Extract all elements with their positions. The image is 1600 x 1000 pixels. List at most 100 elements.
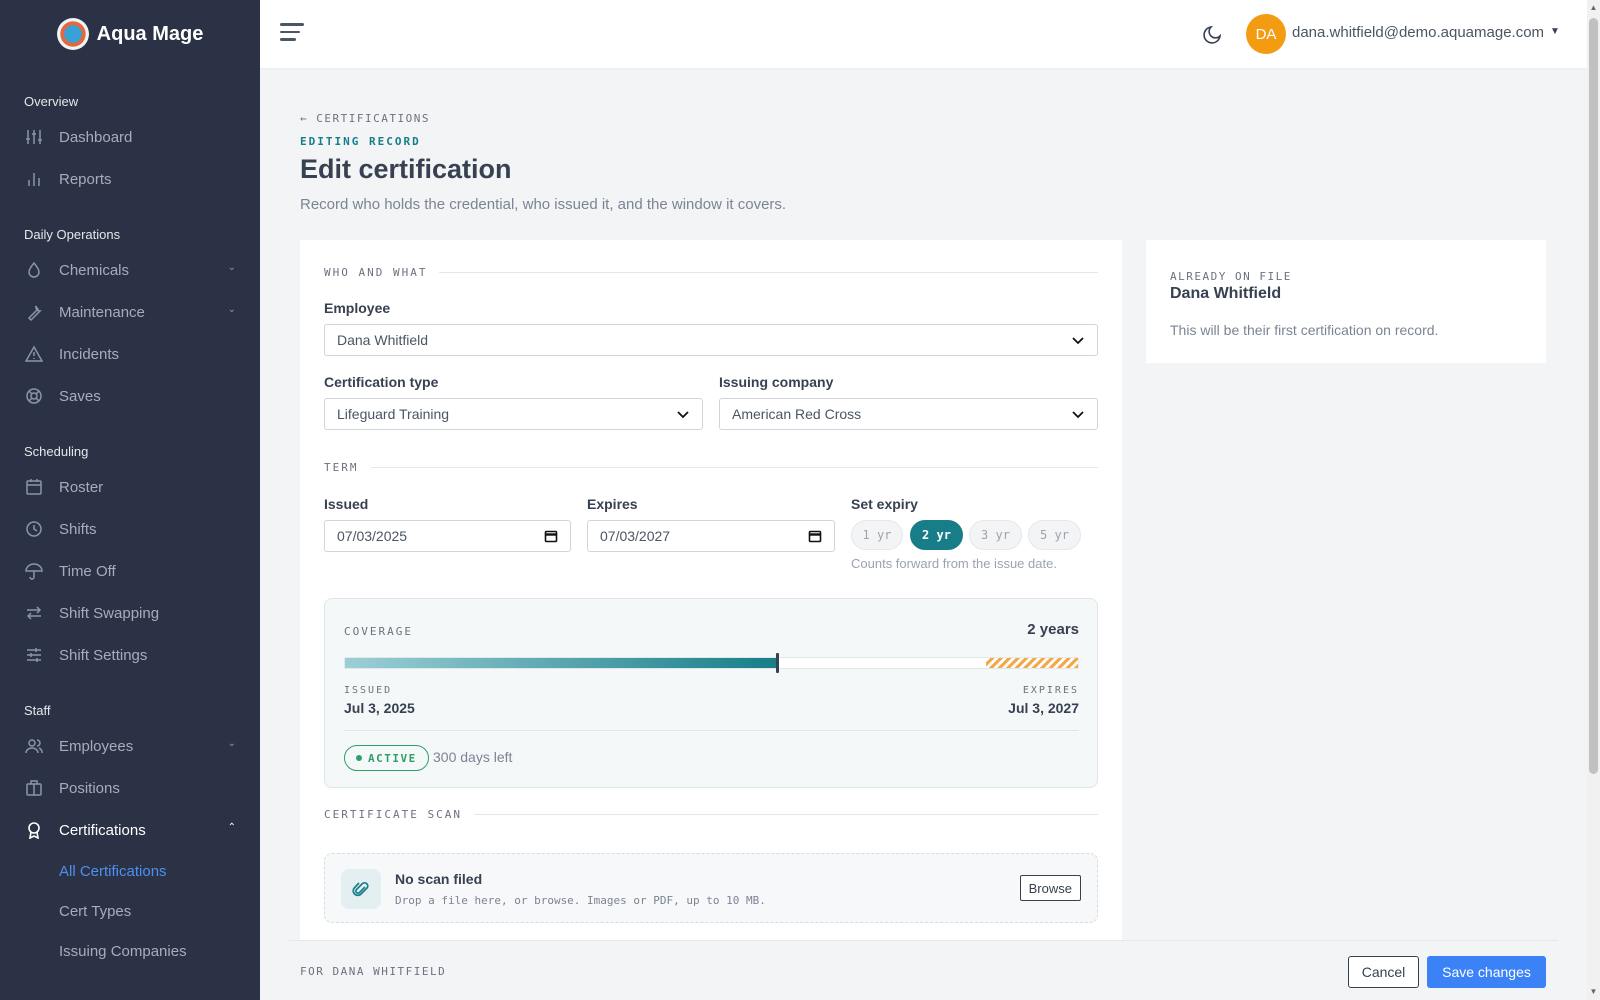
status-dot-icon bbox=[356, 755, 362, 761]
sidebar-subitem-issuing-companies[interactable]: Issuing Companies bbox=[0, 931, 260, 971]
coverage-panel: COVERAGE 2 years ISSUED Jul 3, 2025 EXPI… bbox=[324, 598, 1098, 788]
input-value: 07/03/2027 bbox=[600, 528, 671, 544]
scroll-thumb[interactable] bbox=[1589, 18, 1598, 774]
footer-note: FOR DANA WHITFIELD bbox=[300, 965, 447, 978]
section-title: WHO AND WHAT bbox=[324, 266, 428, 279]
coverage-bar-expiry-warning bbox=[986, 658, 1078, 668]
sidebar-item-incidents[interactable]: Incidents bbox=[0, 333, 260, 375]
cancel-button[interactable]: Cancel bbox=[1348, 956, 1419, 988]
app-name: Aqua Mage bbox=[96, 22, 204, 45]
sidebar-item-shifts[interactable]: Shifts bbox=[0, 508, 260, 550]
section-header-scan: CERTIFICATE SCAN bbox=[324, 808, 1098, 821]
expiry-option-3yr[interactable]: 3 yr bbox=[969, 520, 1022, 550]
set-expiry-label: Set expiry bbox=[851, 496, 918, 512]
chevron-down-icon bbox=[677, 411, 689, 419]
coverage-duration: 2 years bbox=[1027, 621, 1079, 638]
menu-toggle-icon[interactable] bbox=[280, 23, 304, 43]
sidebar-subitem-cert-types[interactable]: Cert Types bbox=[0, 891, 260, 931]
expiry-option-1yr[interactable]: 1 yr bbox=[851, 520, 903, 550]
sidebar-item-label: Maintenance bbox=[59, 303, 145, 321]
expiry-option-2yr[interactable]: 2 yr bbox=[910, 520, 963, 550]
scroll-up-icon[interactable]: ▲ bbox=[1589, 3, 1598, 13]
sidebar-item-roster[interactable]: Roster bbox=[0, 466, 260, 508]
sidebar-item-employees[interactable]: Employees ⌄ bbox=[0, 725, 260, 767]
sidebar-item-label: Incidents bbox=[59, 345, 120, 363]
browse-button[interactable]: Browse bbox=[1019, 875, 1081, 901]
sidebar-item-positions[interactable]: Positions bbox=[0, 767, 260, 809]
calendar-icon[interactable] bbox=[544, 529, 558, 543]
sidebar-item-label: Saves bbox=[59, 387, 101, 405]
expires-date-display: Jul 3, 2027 bbox=[1008, 700, 1079, 716]
sidebar-item-label: Shift Settings bbox=[59, 646, 148, 664]
wrench-icon bbox=[24, 302, 44, 322]
expires-label: Expires bbox=[587, 496, 638, 512]
section-title: TERM bbox=[324, 461, 359, 474]
sidebar-item-reports[interactable]: Reports bbox=[0, 158, 260, 200]
cert-type-select[interactable]: Lifeguard Training bbox=[324, 398, 703, 430]
nav-section-daily-operations: Daily Operations bbox=[24, 227, 121, 242]
chevron-up-icon: ⌃ bbox=[227, 822, 236, 833]
sidebar-item-label: Dashboard bbox=[59, 128, 133, 146]
coverage-bar-fill bbox=[345, 658, 777, 668]
issued-caption: ISSUED bbox=[344, 685, 393, 696]
select-value: Dana Whitfield bbox=[337, 332, 429, 348]
warning-icon bbox=[24, 344, 44, 364]
expires-caption: EXPIRES bbox=[1022, 685, 1079, 696]
sliders-icon bbox=[24, 127, 44, 147]
sidebar-item-label: Shift Swapping bbox=[59, 604, 160, 622]
chevron-down-icon: ⌄ bbox=[227, 738, 236, 749]
brand[interactable]: Aqua Mage bbox=[0, 0, 260, 68]
employee-label: Employee bbox=[324, 300, 391, 316]
certification-form-card: WHO AND WHAT Employee Dana Whitfield Cer… bbox=[300, 240, 1122, 940]
employee-name: Dana Whitfield bbox=[1170, 285, 1282, 302]
nav-section-overview: Overview bbox=[24, 94, 79, 109]
sidebar-item-chemicals[interactable]: Chemicals ⌄ bbox=[0, 249, 260, 291]
calendar-icon[interactable] bbox=[808, 529, 822, 543]
chevron-down-icon bbox=[1072, 337, 1084, 345]
page-subtitle: Record who holds the credential, who iss… bbox=[300, 196, 787, 213]
days-left: 300 days left bbox=[433, 749, 513, 765]
cert-type-label: Certification type bbox=[324, 374, 439, 390]
sidebar-item-certifications[interactable]: Certifications ⌃ bbox=[0, 809, 260, 851]
sidebar: Aqua Mage Overview Dashboard Reports Dai… bbox=[0, 0, 260, 1000]
side-note: This will be their first certification o… bbox=[1170, 322, 1439, 338]
scan-description: Drop a file here, or browse. Images or P… bbox=[395, 894, 766, 907]
user-menu[interactable]: dana.whitfield@demo.aquamage.com bbox=[1292, 24, 1544, 41]
building-icon bbox=[24, 778, 44, 798]
expiry-option-5yr[interactable]: 5 yr bbox=[1028, 520, 1081, 550]
back-to-certifications-link[interactable]: ← CERTIFICATIONS bbox=[300, 112, 430, 125]
sidebar-item-shift-swapping[interactable]: Shift Swapping bbox=[0, 592, 260, 634]
issuer-select[interactable]: American Red Cross bbox=[719, 398, 1098, 430]
sidebar-item-label: Certifications bbox=[59, 821, 146, 839]
divider bbox=[370, 467, 1098, 468]
coverage-today-marker bbox=[776, 653, 779, 673]
scroll-down-icon[interactable]: ▼ bbox=[1589, 987, 1598, 997]
dark-mode-toggle-icon[interactable] bbox=[1202, 23, 1224, 45]
scan-dropzone[interactable]: No scan filed Drop a file here, or brows… bbox=[324, 853, 1098, 923]
sidebar-item-time-off[interactable]: Time Off bbox=[0, 550, 260, 592]
sidebar-item-dashboard[interactable]: Dashboard bbox=[0, 116, 260, 158]
avatar[interactable]: DA bbox=[1246, 14, 1286, 54]
select-value: Lifeguard Training bbox=[337, 406, 450, 422]
sidebar-item-maintenance[interactable]: Maintenance ⌄ bbox=[0, 291, 260, 333]
sidebar-item-saves[interactable]: Saves bbox=[0, 375, 260, 417]
chevron-down-icon: ⌄ bbox=[227, 304, 236, 315]
users-icon bbox=[24, 736, 44, 756]
select-value: American Red Cross bbox=[732, 406, 862, 422]
sidebar-item-label: Reports bbox=[59, 170, 112, 188]
sidebar-item-shift-settings[interactable]: Shift Settings bbox=[0, 634, 260, 676]
coverage-bar bbox=[344, 653, 1079, 673]
sidebar-subitem-all-certifications[interactable]: All Certifications bbox=[0, 851, 260, 891]
issued-date-input[interactable]: 07/03/2025 bbox=[324, 520, 571, 552]
settings-sliders-icon bbox=[24, 645, 44, 665]
page-scrollbar[interactable]: ▲ ▼ bbox=[1587, 0, 1600, 1000]
nav-section-scheduling: Scheduling bbox=[24, 444, 89, 459]
employee-select[interactable]: Dana Whitfield bbox=[324, 324, 1098, 356]
save-button[interactable]: Save changes bbox=[1427, 956, 1546, 988]
expires-date-input[interactable]: 07/03/2027 bbox=[587, 520, 835, 552]
sidebar-item-label: Shifts bbox=[59, 520, 97, 538]
award-icon bbox=[24, 820, 44, 840]
divider bbox=[344, 730, 1079, 731]
input-value: 07/03/2025 bbox=[337, 528, 408, 544]
chevron-down-icon[interactable]: ▼ bbox=[1550, 26, 1560, 37]
